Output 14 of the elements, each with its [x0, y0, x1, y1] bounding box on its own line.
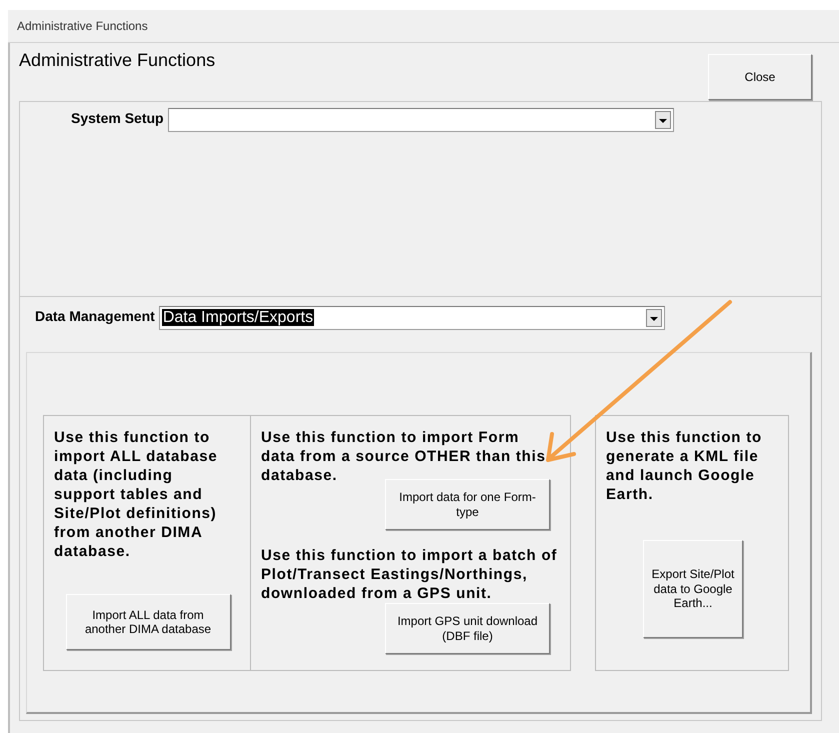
function-button[interactable]: Import GPS unit download (DBF file) [385, 603, 550, 654]
field-label: Data Management [35, 307, 155, 324]
window-title: Administrative Functions [17, 19, 148, 33]
form-heading: Administrative Functions [19, 50, 216, 71]
function-button[interactable]: Import data for one Form-type [385, 479, 550, 530]
function-button[interactable]: Export Site/Plot data to Google Earth... [643, 540, 743, 638]
function-button[interactable]: Import ALL data from another DIMA database [66, 594, 230, 650]
function-description: Use this function to import ALL database data (including support tables and Site/Plot definitions) from another DIMA database. [54, 428, 219, 561]
function-description: Use this function to import a batch of Plot/Transect Eastings/Northings, downloaded from a GPS unit. [261, 546, 558, 603]
field-label: System Setup [71, 109, 164, 126]
dropdown-value: Data Imports/Exports [162, 309, 314, 326]
function-description: Use this function to generate a KML file and launch Google Earth. [606, 428, 763, 504]
data-management-dropdown[interactable]: Data Imports/Exports [158, 306, 665, 330]
close-button[interactable]: Close [708, 54, 812, 100]
